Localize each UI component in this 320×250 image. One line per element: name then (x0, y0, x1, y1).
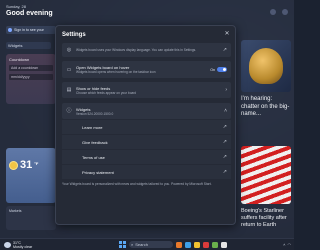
app-icon-1[interactable] (176, 241, 182, 248)
close-icon[interactable]: ✕ (223, 30, 231, 38)
toggle-state-label: On (210, 67, 215, 72)
taskbar: 31°C Mostly clear ⌕ Search ˄ ◠ (0, 238, 294, 250)
terms-of-use-label: Terms of use (82, 154, 105, 160)
widgets-section-text: Widgets Version 524.20000.1500.0 (76, 107, 224, 116)
chevron-right-icon: › (225, 87, 227, 93)
system-tray: ˄ ◠ (266, 242, 294, 247)
feed-icon: ▤ (66, 87, 72, 93)
signin-text: Sign in to see your (14, 28, 44, 32)
search-placeholder: Search (135, 242, 148, 247)
external-link-icon: ↗ (222, 154, 227, 160)
globe-icon: ◎ (66, 47, 72, 53)
weather-widget[interactable]: 31 °F (6, 148, 56, 203)
taskbar-search[interactable]: ⌕ Search (129, 241, 173, 248)
board-date: Sunday, 28 (6, 4, 26, 9)
app-icon-5[interactable] (212, 241, 218, 248)
profile-icon (8, 28, 12, 32)
settings-title: Settings (62, 32, 86, 38)
chevron-up-icon: ˄ (224, 108, 227, 114)
weather-temp: 31 (20, 159, 33, 171)
language-text: Widgets board uses your Windows display … (76, 48, 223, 52)
terms-of-use-link[interactable]: Terms of use ↗ (62, 150, 231, 164)
external-link-icon: ↗ (222, 169, 227, 175)
markets-label: Markets (9, 209, 22, 213)
news-image-1[interactable] (241, 40, 291, 92)
app-icon-6[interactable] (221, 241, 227, 248)
chevron-up-icon[interactable]: ˄ (283, 242, 285, 247)
add-widget-icon[interactable] (270, 9, 276, 15)
taskbar-center: ⌕ Search (60, 241, 266, 248)
settings-footer: Your Widgets board is personalized with … (62, 182, 212, 186)
moon-cloud-icon (4, 241, 11, 248)
countdown-name-input[interactable]: Add a countdown (9, 65, 53, 71)
external-link-icon: ↗ (222, 139, 227, 145)
app-icon-4[interactable] (203, 241, 209, 248)
open-on-hover-row[interactable]: ▭ Open Widgets board on hover Widgets bo… (62, 61, 231, 78)
signin-button[interactable]: Sign in to see your (6, 26, 56, 34)
helmet-image (249, 48, 283, 84)
weather-unit: °F (34, 161, 39, 166)
markets-widget[interactable]: Markets (6, 206, 56, 230)
countdown-title: Countdown (9, 57, 30, 62)
give-feedback-label: Give feedback (82, 139, 108, 145)
news-image-2[interactable] (241, 146, 291, 204)
external-link-icon: ↗ (222, 124, 227, 130)
sun-icon (9, 160, 18, 170)
file-explorer-icon[interactable] (194, 241, 200, 248)
widgets-label: Widgets (6, 42, 51, 49)
taskbar-weather-text: 31°C Mostly clear (13, 241, 32, 249)
privacy-statement-label: Privacy statement (82, 169, 114, 175)
learn-more-label: Learn more (82, 124, 103, 130)
hover-icon: ▭ (66, 66, 72, 73)
taskbar-weather-desc: Mostly clear (13, 244, 33, 249)
feeds-text: Show or hide feeds Choose which feeds ap… (76, 86, 225, 95)
search-icon: ⌕ (131, 242, 134, 247)
countdown-widget[interactable]: Countdown Add a countdown mm/dd/yyyy (6, 54, 56, 104)
open-on-hover-text: Open Widgets board on hover Widgets boar… (76, 65, 210, 74)
weather-temp-row: 31 °F (9, 159, 53, 171)
taskbar-weather[interactable]: 31°C Mostly clear (0, 241, 60, 249)
open-on-hover-desc: Widgets board opens when hovering on the… (76, 70, 156, 74)
feeds-desc: Choose which feeds appear on your board (76, 90, 137, 95)
widgets-version: Version 524.20000.1500.0 (76, 111, 114, 116)
widgets-section-row[interactable]: ⓘ Widgets Version 524.20000.1500.0 ˄ (62, 103, 231, 119)
feeds-row[interactable]: ▤ Show or hide feeds Choose which feeds … (62, 82, 231, 98)
give-feedback-link[interactable]: Give feedback ↗ (62, 135, 231, 149)
app-icon-2[interactable] (185, 241, 191, 248)
open-on-hover-toggle[interactable]: On (210, 67, 227, 72)
news-headline-1[interactable]: I'm hearing: chatter on the big-name... (241, 96, 291, 119)
toggle-switch[interactable] (217, 67, 227, 72)
news-headline-2[interactable]: Boeing's Starliner suffers facility afte… (241, 208, 293, 229)
settings-dialog: Settings ✕ ◎ Widgets board uses your Win… (55, 25, 236, 225)
info-icon: ⓘ (66, 108, 72, 114)
start-icon[interactable] (119, 241, 126, 248)
board-top-icons (270, 9, 288, 15)
account-icon[interactable] (282, 9, 288, 15)
learn-more-link[interactable]: Learn more ↗ (62, 120, 231, 134)
board-header: Sunday, 28 Good evening (6, 4, 53, 17)
language-row[interactable]: ◎ Widgets board uses your Windows displa… (62, 43, 231, 57)
countdown-date-input[interactable]: mm/dd/yyyy (9, 74, 53, 80)
language-info: Widgets board uses your Windows display … (76, 48, 197, 52)
privacy-statement-link[interactable]: Privacy statement ↗ (62, 165, 231, 179)
board-greeting: Good evening (6, 10, 53, 17)
external-link-icon: ↗ (222, 47, 227, 53)
wifi-icon[interactable]: ◠ (288, 242, 292, 247)
